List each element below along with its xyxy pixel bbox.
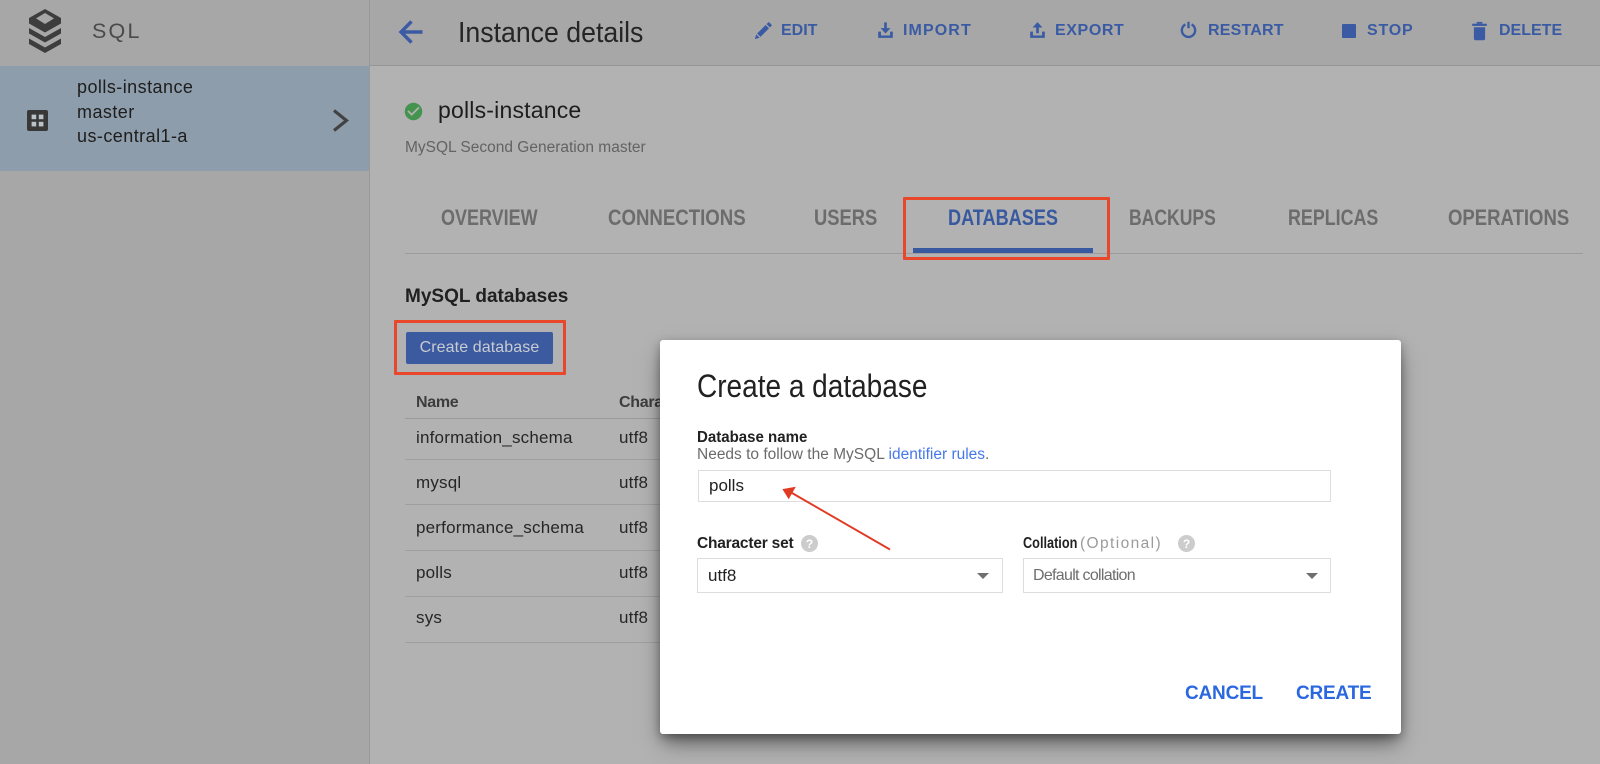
- svg-text:?: ?: [1183, 537, 1190, 551]
